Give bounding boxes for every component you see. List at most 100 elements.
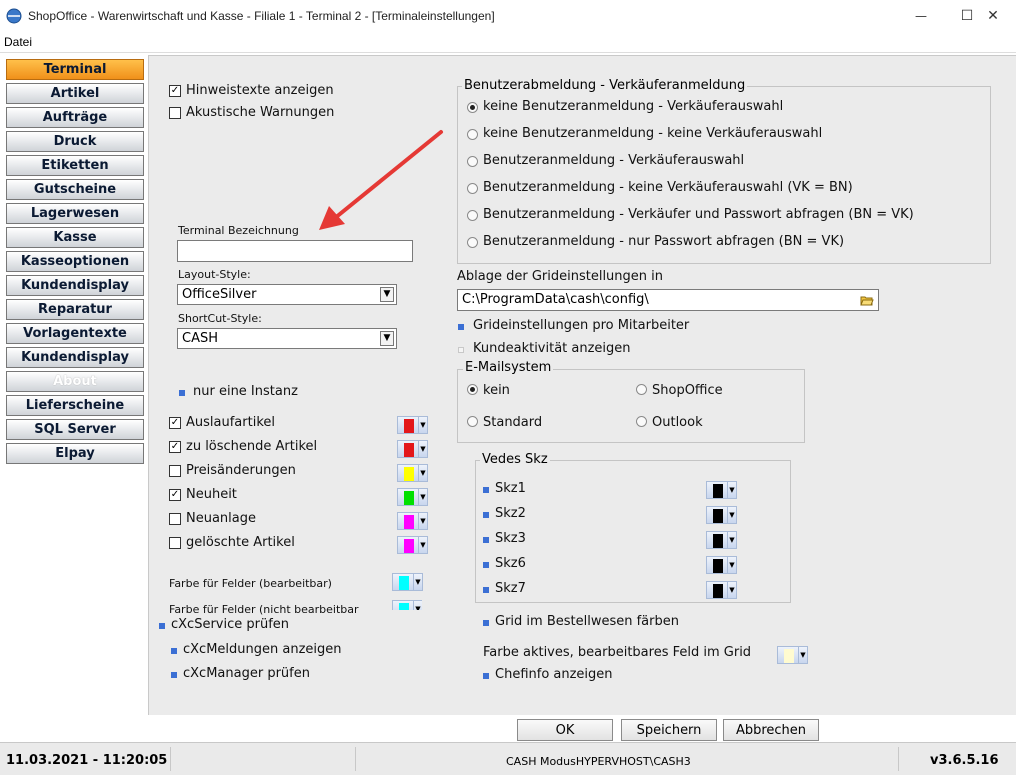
email-option-radio[interactable] bbox=[636, 384, 647, 395]
benutzer-option-radio[interactable] bbox=[467, 129, 478, 140]
sidebar-item-16[interactable]: Elpay bbox=[6, 443, 144, 464]
benutzer-option-radio[interactable] bbox=[467, 183, 478, 194]
cxc-manager-checkbox[interactable] bbox=[171, 672, 177, 678]
akustisch-checkbox[interactable] bbox=[169, 107, 181, 119]
hinweistexte-checkbox[interactable]: ✓ bbox=[169, 85, 181, 97]
cxc-service-checkbox[interactable] bbox=[159, 623, 165, 629]
benutzer-option-radio[interactable] bbox=[467, 102, 478, 113]
article-flag-checkbox[interactable] bbox=[169, 537, 181, 549]
farbe-bearbeitbar-picker[interactable]: ▼ bbox=[392, 573, 423, 591]
sidebar-item-1[interactable]: Artikel bbox=[6, 83, 144, 104]
article-flag-checkbox[interactable] bbox=[169, 465, 181, 477]
chefinfo-checkbox[interactable] bbox=[483, 673, 489, 679]
email-option-label: kein bbox=[483, 383, 510, 398]
chevron-down-icon[interactable]: ▼ bbox=[414, 573, 423, 591]
vedes-checkbox[interactable] bbox=[483, 562, 489, 568]
email-option-radio[interactable] bbox=[467, 416, 478, 427]
chevron-down-icon[interactable]: ▼ bbox=[799, 646, 808, 664]
benutzer-option-label: Benutzeranmeldung - nur Passwort abfrage… bbox=[483, 234, 845, 249]
sidebar-item-label: Kasseoptionen bbox=[20, 254, 130, 269]
article-flag-checkbox[interactable]: ✓ bbox=[169, 441, 181, 453]
grid-pro-mitarbeiter-checkbox[interactable] bbox=[458, 324, 464, 330]
article-flag-checkbox[interactable]: ✓ bbox=[169, 489, 181, 501]
abbrechen-button[interactable]: Abbrechen bbox=[723, 719, 819, 741]
shortcut-style-select[interactable]: CASH ▼ bbox=[177, 328, 397, 349]
vedes-color-picker[interactable]: ▼ bbox=[706, 556, 737, 574]
sidebar-item-label: Elpay bbox=[55, 446, 95, 461]
minimize-icon: — bbox=[915, 9, 927, 23]
chevron-down-icon[interactable]: ▼ bbox=[419, 512, 428, 530]
minimize-button[interactable]: — bbox=[898, 0, 944, 32]
chevron-down-icon[interactable]: ▼ bbox=[419, 488, 428, 506]
folder-open-icon[interactable] bbox=[860, 293, 874, 307]
vedes-checkbox[interactable] bbox=[483, 587, 489, 593]
farbe-aktiv-picker[interactable]: ▼ bbox=[777, 646, 808, 664]
chevron-down-icon[interactable]: ▼ bbox=[419, 536, 428, 554]
vedes-checkbox[interactable] bbox=[483, 537, 489, 543]
color-swatch bbox=[713, 484, 723, 498]
email-option-radio[interactable] bbox=[636, 416, 647, 427]
article-flag-checkbox[interactable] bbox=[169, 513, 181, 525]
sidebar-item-8[interactable]: Kasseoptionen bbox=[6, 251, 144, 272]
article-flag-color-picker[interactable]: ▼ bbox=[397, 488, 428, 506]
terminal-bezeichnung-input[interactable] bbox=[177, 240, 413, 262]
article-flag-checkbox[interactable]: ✓ bbox=[169, 417, 181, 429]
chevron-down-icon[interactable]: ▼ bbox=[728, 556, 737, 574]
benutzer-option-radio[interactable] bbox=[467, 237, 478, 248]
chevron-down-icon[interactable]: ▼ bbox=[419, 416, 428, 434]
sidebar-item-4[interactable]: Etiketten bbox=[6, 155, 144, 176]
sidebar-item-12[interactable]: Kundendisplay bbox=[6, 347, 144, 368]
sidebar-item-6[interactable]: Lagerwesen bbox=[6, 203, 144, 224]
menu-datei[interactable]: Datei bbox=[4, 35, 32, 49]
sidebar-item-0[interactable]: Terminal bbox=[6, 59, 144, 80]
annotation-arrow-icon bbox=[319, 130, 443, 230]
sidebar-item-9[interactable]: Kundendisplay bbox=[6, 275, 144, 296]
layout-style-select[interactable]: OfficeSilver ▼ bbox=[177, 284, 397, 305]
farbe-nicht-bearbeitbar-picker[interactable]: ▼ bbox=[392, 600, 422, 610]
chevron-down-icon[interactable]: ▼ bbox=[728, 506, 737, 524]
farbe-aktiv-label: Farbe aktives, bearbeitbares Feld im Gri… bbox=[483, 645, 752, 660]
chevron-down-icon[interactable]: ▼ bbox=[728, 581, 737, 599]
nur-eine-instanz-checkbox[interactable] bbox=[179, 390, 185, 396]
chevron-down-icon[interactable]: ▼ bbox=[728, 481, 737, 499]
sidebar-item-2[interactable]: Aufträge bbox=[6, 107, 144, 128]
close-button[interactable]: ✕ bbox=[970, 0, 1016, 32]
sidebar-item-11[interactable]: Vorlagentexte bbox=[6, 323, 144, 344]
email-option-radio[interactable] bbox=[467, 384, 478, 395]
sidebar-item-3[interactable]: Druck bbox=[6, 131, 144, 152]
article-flag-color-picker[interactable]: ▼ bbox=[397, 416, 428, 434]
article-flag-color-picker[interactable]: ▼ bbox=[397, 440, 428, 458]
sidebar-item-label: Aufträge bbox=[42, 110, 108, 125]
cxc-service-label: cXcService prüfen bbox=[171, 617, 290, 632]
speichern-button[interactable]: Speichern bbox=[621, 719, 717, 741]
vedes-color-picker[interactable]: ▼ bbox=[706, 531, 737, 549]
benutzer-option-radio[interactable] bbox=[467, 156, 478, 167]
chevron-down-icon[interactable]: ▼ bbox=[419, 440, 428, 458]
sidebar-item-10[interactable]: Reparatur bbox=[6, 299, 144, 320]
vedes-color-picker[interactable]: ▼ bbox=[706, 481, 737, 499]
benutzer-option-radio[interactable] bbox=[467, 210, 478, 221]
chevron-down-icon[interactable]: ▼ bbox=[414, 600, 422, 610]
vedes-checkbox[interactable] bbox=[483, 487, 489, 493]
chevron-down-icon[interactable]: ▼ bbox=[380, 287, 394, 302]
grid-bestellwesen-checkbox[interactable] bbox=[483, 620, 489, 626]
vedes-color-picker[interactable]: ▼ bbox=[706, 581, 737, 599]
article-flag-color-picker[interactable]: ▼ bbox=[397, 536, 428, 554]
chevron-down-icon[interactable]: ▼ bbox=[380, 331, 394, 346]
sidebar-item-14[interactable]: Lieferscheine bbox=[6, 395, 144, 416]
chevron-down-icon[interactable]: ▼ bbox=[728, 531, 737, 549]
ablage-input[interactable]: C:\ProgramData\cash\config\ bbox=[457, 289, 879, 311]
sidebar-item-15[interactable]: SQL Server bbox=[6, 419, 144, 440]
article-flag-color-picker[interactable]: ▼ bbox=[397, 464, 428, 482]
vedes-checkbox[interactable] bbox=[483, 512, 489, 518]
sidebar-item-5[interactable]: Gutscheine bbox=[6, 179, 144, 200]
sidebar-item-7[interactable]: Kasse bbox=[6, 227, 144, 248]
email-group-title: E-Mailsystem bbox=[463, 360, 554, 375]
cxc-meldungen-checkbox[interactable] bbox=[171, 648, 177, 654]
chevron-down-icon[interactable]: ▼ bbox=[419, 464, 428, 482]
akustisch-label: Akustische Warnungen bbox=[186, 105, 335, 120]
kundeaktivitaet-checkbox[interactable] bbox=[458, 347, 464, 353]
vedes-color-picker[interactable]: ▼ bbox=[706, 506, 737, 524]
article-flag-color-picker[interactable]: ▼ bbox=[397, 512, 428, 530]
ok-button[interactable]: OK bbox=[517, 719, 613, 741]
